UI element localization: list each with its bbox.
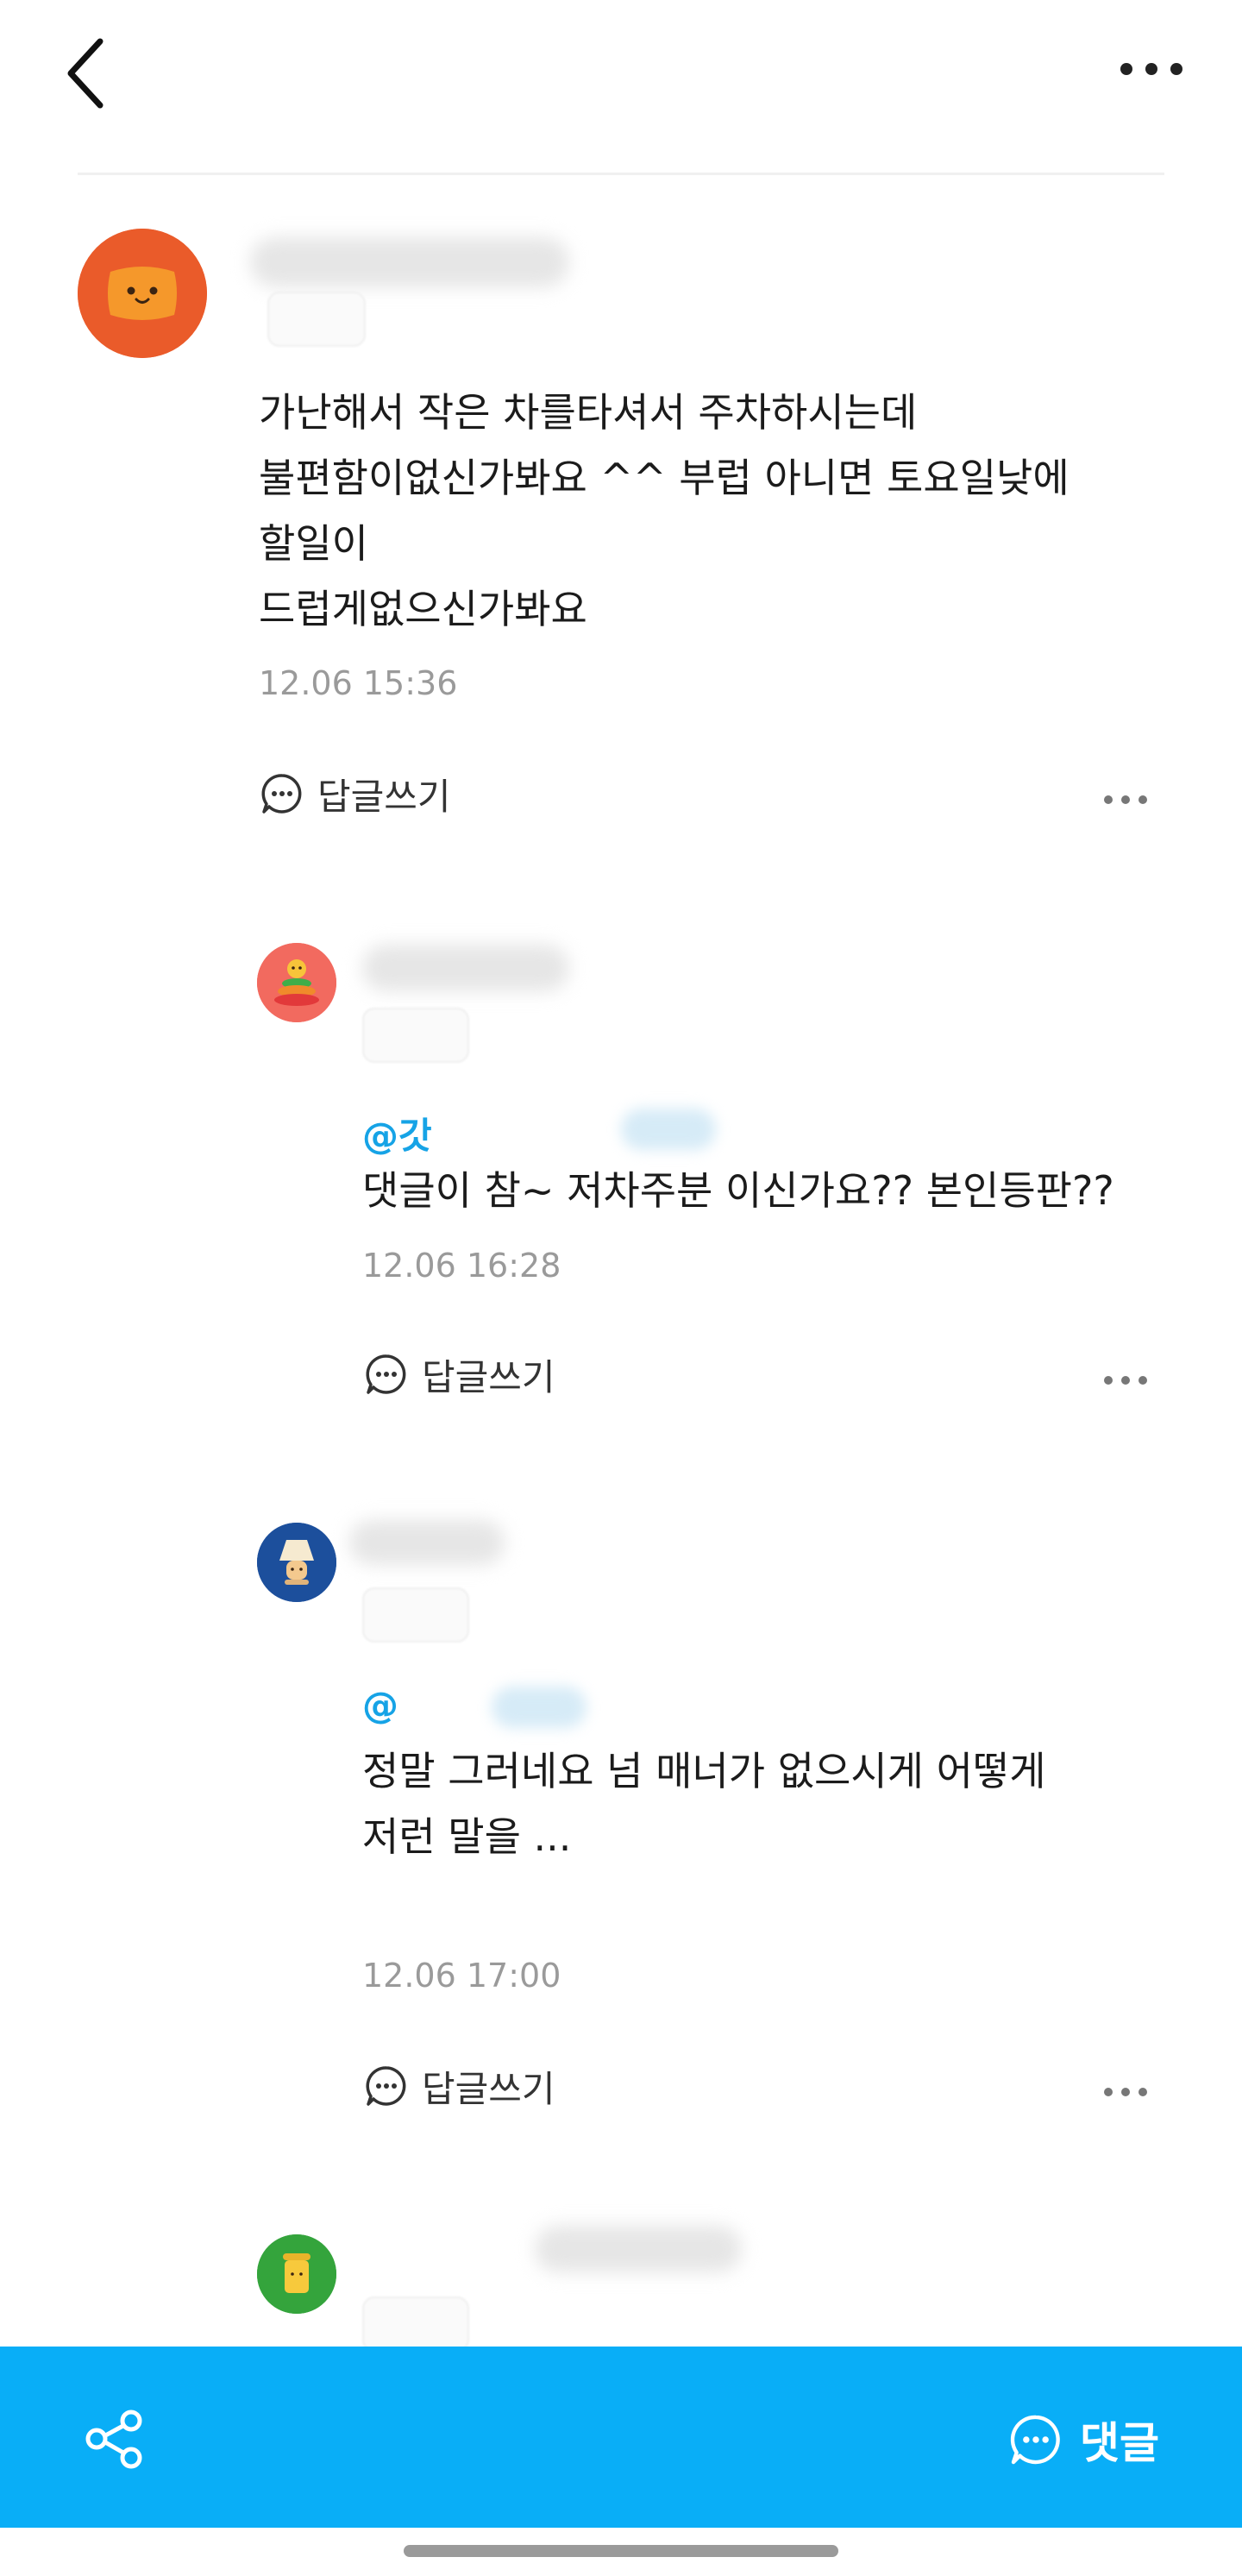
reply-label: 답글쓰기 bbox=[422, 2067, 555, 2110]
reply-button[interactable]: 답글쓰기 bbox=[365, 2062, 555, 2110]
redacted-badge bbox=[362, 1008, 469, 1063]
comment-line: 불편함이없신가봐요 ^^ 부럽 아니면 토요일낮에 bbox=[259, 455, 1070, 501]
comment-line: 댓글이 참~ 저차주분 이신가요?? 본인등판?? bbox=[362, 1167, 1114, 1214]
reply-label: 답글쓰기 bbox=[317, 775, 451, 818]
mention-tag[interactable]: @갓 bbox=[362, 1107, 432, 1159]
bin-avatar-icon bbox=[257, 2234, 336, 2314]
chat-bubble-icon bbox=[261, 774, 302, 814]
redacted-badge bbox=[267, 292, 366, 347]
reply-button[interactable]: 답글쓰기 bbox=[365, 1350, 555, 1398]
redacted-badge bbox=[362, 1587, 469, 1643]
share-icon bbox=[85, 2410, 142, 2469]
more-dots-icon bbox=[1104, 1376, 1147, 1385]
chat-bubble-icon bbox=[366, 1354, 406, 1394]
comment-more-button[interactable] bbox=[1100, 1367, 1151, 1393]
comment-line: 정말 그러네요 넘 매너가 없으시게 어떻게 bbox=[362, 1748, 1046, 1794]
redacted-username bbox=[535, 2226, 742, 2272]
avatar[interactable] bbox=[78, 229, 207, 358]
more-dots-icon bbox=[1120, 63, 1182, 75]
avatar[interactable] bbox=[257, 943, 336, 1022]
redacted-username bbox=[250, 237, 569, 287]
comment-line: 드럽게없으신가봐요 bbox=[259, 586, 587, 632]
comment-timestamp: 12.06 17:00 bbox=[362, 1957, 561, 1995]
header-divider bbox=[78, 173, 1164, 175]
reply-button[interactable]: 답글쓰기 bbox=[260, 770, 451, 818]
ring-stack-avatar-icon bbox=[257, 943, 336, 1022]
redacted-mention bbox=[621, 1109, 716, 1150]
back-arrow-icon bbox=[67, 38, 104, 109]
share-button[interactable] bbox=[82, 2407, 147, 2472]
comment-timestamp: 12.06 16:28 bbox=[362, 1247, 561, 1285]
lamp-avatar-icon bbox=[257, 1523, 336, 1602]
comment-line: 할일이 bbox=[259, 520, 368, 567]
comment-more-button[interactable] bbox=[1100, 2079, 1151, 2105]
avatar[interactable] bbox=[257, 2234, 336, 2314]
redacted-username bbox=[362, 945, 569, 991]
more-options-button[interactable] bbox=[1113, 47, 1190, 91]
more-dots-icon bbox=[1104, 795, 1147, 804]
redacted-username bbox=[349, 1520, 505, 1565]
back-button[interactable] bbox=[60, 35, 112, 112]
more-dots-icon bbox=[1104, 2088, 1147, 2096]
comment-button[interactable]: 댓글 bbox=[1009, 2407, 1159, 2472]
chat-bubble-icon bbox=[366, 2066, 406, 2106]
mention-tag[interactable]: @ bbox=[362, 1684, 398, 1726]
chat-bubble-icon bbox=[1010, 2415, 1060, 2464]
comment-label: 댓글 bbox=[1080, 2417, 1159, 2468]
comment-line: 가난해서 작은 차를타셔서 주차하시는데 bbox=[259, 389, 918, 436]
reply-label: 답글쓰기 bbox=[422, 1355, 555, 1398]
redacted-mention bbox=[492, 1687, 586, 1728]
home-indicator[interactable] bbox=[404, 2545, 838, 2557]
comment-line: 저런 말을 ... bbox=[362, 1813, 572, 1860]
comment-more-button[interactable] bbox=[1100, 787, 1151, 813]
comment-text: 댓글이 참~ 저차주분 이신가요?? 본인등판?? bbox=[362, 1158, 1190, 1223]
comment-timestamp: 12.06 15:36 bbox=[259, 664, 458, 702]
comment-text: 정말 그러네요 넘 매너가 없으시게 어떻게 저런 말을 ... bbox=[362, 1738, 1190, 1869]
comment-text: 가난해서 작은 차를타셔서 주차하시는데 불편함이없신가봐요 ^^ 부럽 아니면… bbox=[259, 380, 1190, 642]
redacted-badge bbox=[362, 2296, 469, 2352]
avatar[interactable] bbox=[257, 1523, 336, 1602]
pillow-avatar-icon bbox=[78, 229, 207, 358]
